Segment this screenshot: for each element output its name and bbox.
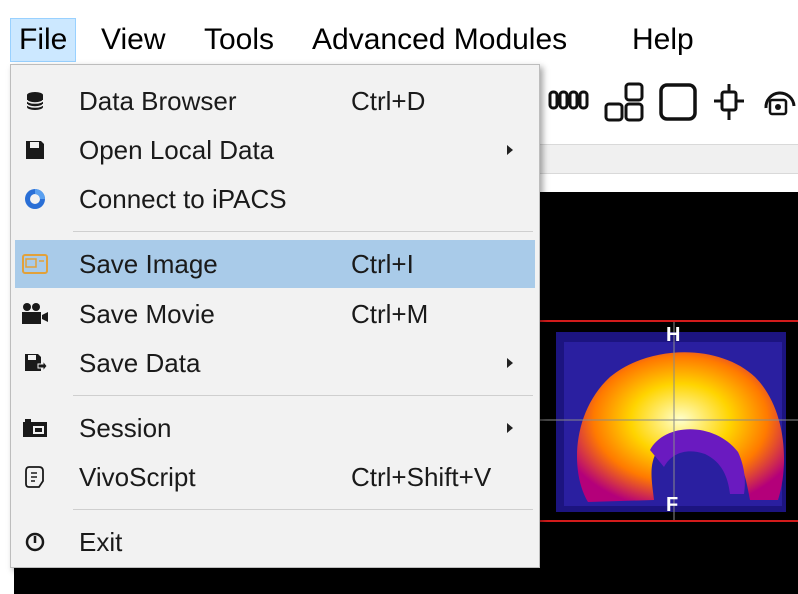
orientation-label-top: H: [666, 324, 681, 346]
single-layout-icon[interactable]: [658, 82, 698, 122]
rotate-tool-icon[interactable]: [760, 82, 798, 122]
menu-item-label: Open Local Data: [79, 135, 275, 165]
menu-tools[interactable]: Tools: [196, 18, 282, 62]
submenu-arrow-icon: [507, 145, 513, 155]
menu-item-connect-ipacs[interactable]: Connect to iPACS: [15, 175, 535, 223]
floppy-disk-icon: [21, 136, 49, 164]
menu-item-label: VivoScript: [79, 462, 196, 492]
menu-view[interactable]: View: [93, 18, 173, 62]
menu-file[interactable]: File: [10, 18, 77, 62]
tab-strip: [540, 144, 798, 174]
menu-item-open-local-data[interactable]: Open Local Data: [15, 126, 535, 174]
menu-item-label: Session: [79, 413, 172, 443]
menu-item-save-movie[interactable]: Save Movie Ctrl+M: [15, 290, 535, 338]
image-icon: [21, 250, 49, 278]
menu-item-label: Data Browser: [79, 86, 237, 116]
menu-item-shortcut: Ctrl+I: [351, 249, 414, 279]
menu-advanced-modules[interactable]: Advanced Modules: [304, 18, 575, 62]
menu-item-label: Save Image: [79, 249, 218, 279]
crosshair-tool-icon[interactable]: [712, 82, 746, 122]
power-icon: [21, 528, 49, 556]
menu-item-data-browser[interactable]: Data Browser Ctrl+D: [15, 77, 535, 125]
ipacs-ring-icon: [21, 185, 49, 213]
four-row-layout-icon[interactable]: [548, 82, 592, 118]
three-panel-layout-icon[interactable]: [604, 82, 648, 122]
menu-separator: [73, 231, 533, 232]
pet-scan-image: [540, 322, 798, 520]
orientation-label-bottom: F: [666, 494, 679, 516]
submenu-arrow-icon: [507, 358, 513, 368]
menu-item-exit[interactable]: Exit: [15, 518, 535, 566]
menu-item-save-image[interactable]: Save Image Ctrl+I: [15, 240, 535, 288]
save-data-icon: [21, 349, 49, 377]
menu-item-shortcut: Ctrl+Shift+V: [351, 462, 492, 492]
menu-item-save-data[interactable]: Save Data: [15, 339, 535, 387]
menu-item-label: Save Movie: [79, 299, 215, 329]
session-icon: [21, 414, 49, 442]
database-icon: [21, 87, 49, 115]
menu-separator: [73, 395, 533, 396]
menu-item-shortcut: Ctrl+D: [351, 86, 426, 116]
submenu-arrow-icon: [507, 423, 513, 433]
menu-item-vivoscript[interactable]: VivoScript Ctrl+Shift+V: [15, 453, 535, 501]
menu-help[interactable]: Help: [624, 18, 702, 62]
menu-item-shortcut: Ctrl+M: [351, 299, 429, 329]
movie-camera-icon: [21, 300, 49, 328]
menu-item-label: Save Data: [79, 348, 201, 378]
script-scroll-icon: [21, 463, 49, 491]
menu-item-label: Connect to iPACS: [79, 184, 287, 214]
menu-bar: File View Tools Advanced Modules Help: [0, 0, 798, 65]
file-menu: Data Browser Ctrl+D Open Local Data Conn…: [10, 64, 540, 568]
menu-item-label: Exit: [79, 527, 123, 557]
menu-item-session[interactable]: Session: [15, 404, 535, 452]
toolbar: [540, 64, 798, 144]
crosshair-line-bottom: [540, 520, 798, 522]
menu-separator: [73, 509, 533, 510]
